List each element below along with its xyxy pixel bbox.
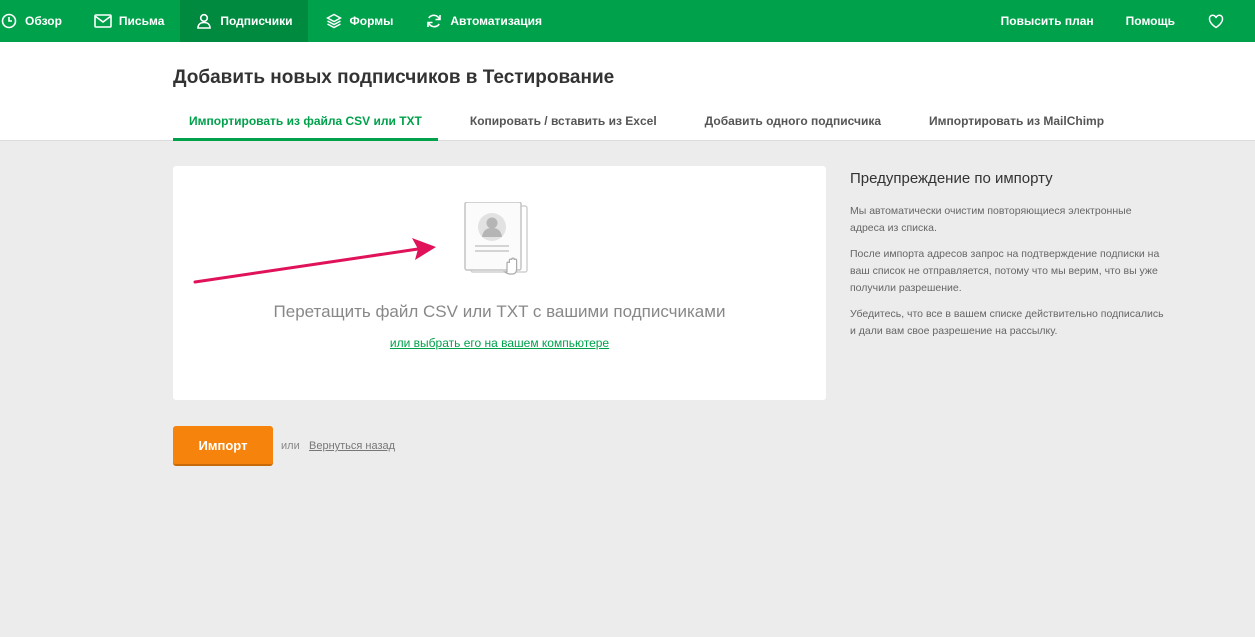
layers-icon <box>325 12 343 30</box>
browse-file-link[interactable]: или выбрать его на вашем компьютере <box>173 336 826 350</box>
import-warning-paragraph: После импорта адресов запрос на подтверж… <box>850 248 1160 294</box>
user-icon <box>195 12 213 30</box>
nav-item-label: Автоматизация <box>450 14 543 28</box>
nav-item-subscribers[interactable]: Подписчики <box>180 0 308 42</box>
import-warning-paragraph: Мы автоматически очистим повторяющиеся э… <box>850 205 1132 234</box>
nav-item-label: Обзор <box>25 14 62 28</box>
nav-item-forms[interactable]: Формы <box>308 0 410 42</box>
import-warning-paragraph: Убедитесь, что все в вашем списке действ… <box>850 308 1164 337</box>
help-link[interactable]: Помощь <box>1110 0 1191 42</box>
nav-item-emails[interactable]: Письма <box>78 0 180 42</box>
tab-import-mailchimp[interactable]: Импортировать из MailChimp <box>913 100 1120 141</box>
nav-item-label: Формы <box>349 14 394 28</box>
clock-icon <box>0 12 18 30</box>
or-separator: или <box>281 440 300 452</box>
top-navigation: Обзор Письма Подписчики Формы Автоматиза… <box>0 0 1255 42</box>
upgrade-plan-link[interactable]: Повысить план <box>985 0 1110 42</box>
nav-item-overview[interactable]: Обзор <box>0 0 78 42</box>
dropzone-instruction: Перетащить файл CSV или TXT с вашими под… <box>273 302 726 321</box>
heart-icon <box>1207 12 1225 30</box>
import-warning-title: Предупреждение по импорту <box>850 170 1053 187</box>
import-method-tabs: Импортировать из файла CSV или TXT Копир… <box>173 100 1136 141</box>
annotation-arrow-icon <box>193 238 436 284</box>
nav-item-label: Письма <box>118 14 165 28</box>
favorites-button[interactable] <box>1191 0 1255 42</box>
tab-add-single-subscriber[interactable]: Добавить одного подписчика <box>689 100 897 141</box>
import-warning-panel: Предупреждение по импорту Мы автоматичес… <box>850 170 1170 349</box>
page-header: Добавить новых подписчиков в Тестировани… <box>0 42 1255 141</box>
tab-import-csv-txt[interactable]: Импортировать из файла CSV или TXT <box>173 100 438 141</box>
refresh-icon <box>425 12 443 30</box>
envelope-icon <box>94 12 112 30</box>
nav-item-label: Подписчики <box>220 14 293 28</box>
import-button[interactable]: Импорт <box>173 426 273 466</box>
nav-item-automation[interactable]: Автоматизация <box>409 0 558 42</box>
tab-copy-paste-excel[interactable]: Копировать / вставить из Excel <box>454 100 673 141</box>
page-title: Добавить новых подписчиков в Тестировани… <box>173 67 615 88</box>
contact-card-drag-icon <box>464 202 528 275</box>
main-menu: Обзор Письма Подписчики Формы Автоматиза… <box>0 0 558 42</box>
go-back-link[interactable]: Вернуться назад <box>309 440 395 452</box>
account-menu: Повысить план Помощь <box>985 0 1255 42</box>
